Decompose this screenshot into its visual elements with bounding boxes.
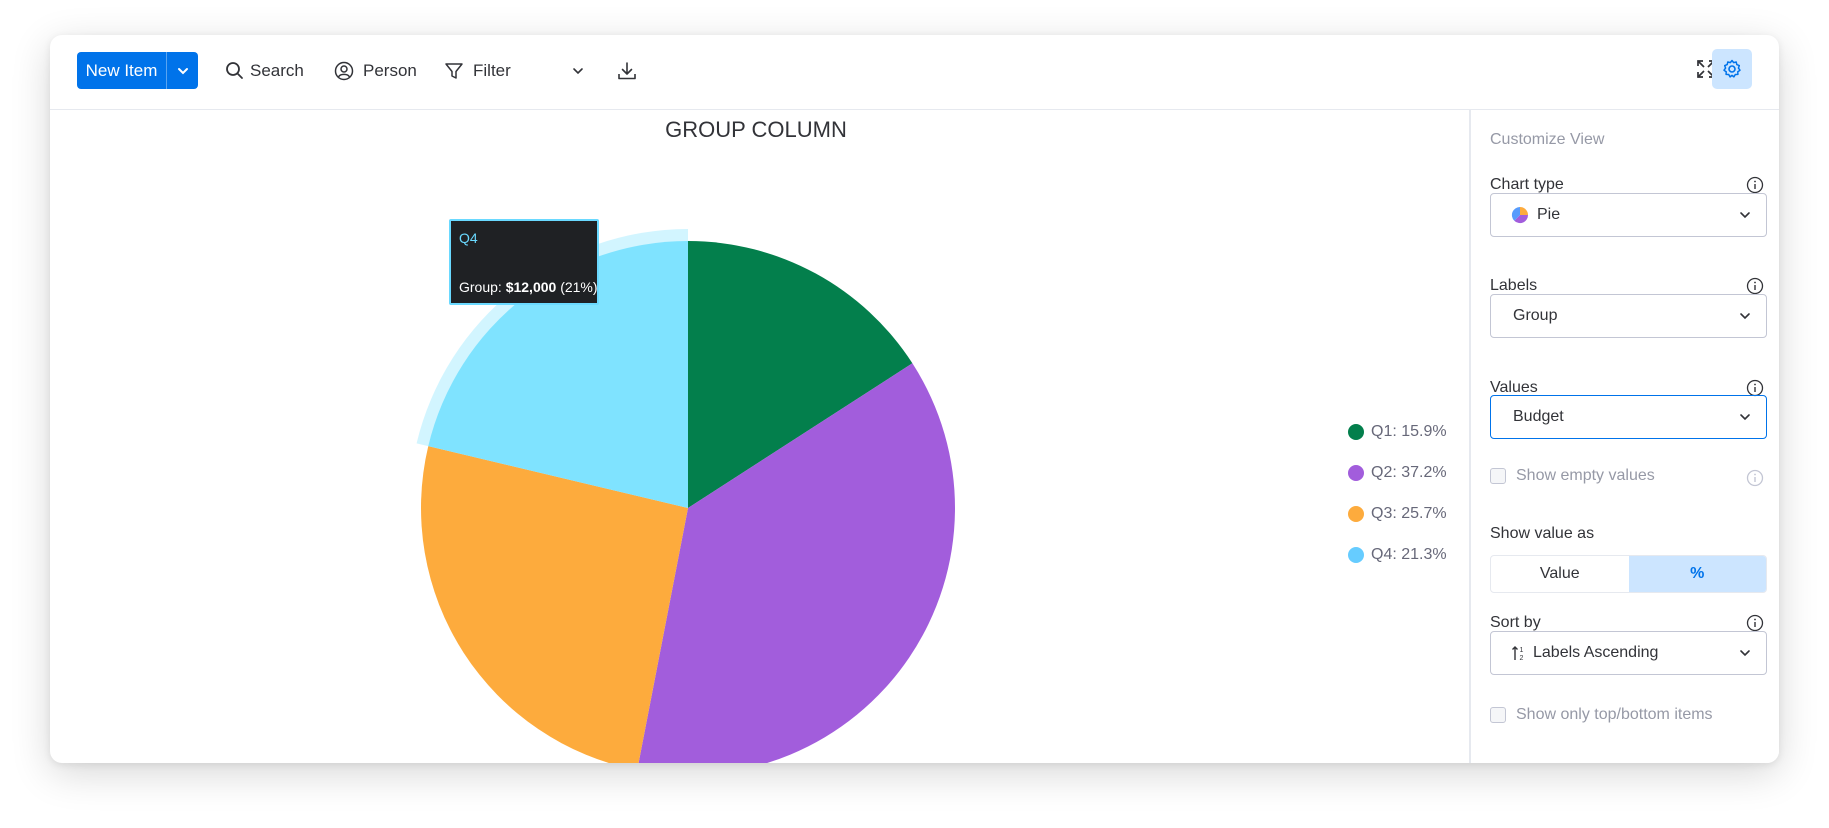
pie-chart-icon [1511, 206, 1529, 224]
chart-view-window: New Item Search Person Filter GROUP COLU… [50, 35, 1779, 763]
show-value-as-label: Show value as [1490, 525, 1595, 542]
legend-label: Q1: 15.9% [1371, 423, 1447, 440]
chevron-down-icon [1740, 650, 1750, 657]
tooltip-body: Group: $12,000 (21%) [459, 279, 598, 295]
chevron-down-icon [177, 67, 188, 74]
show-as-value-option[interactable]: Value [1491, 556, 1629, 592]
legend-dot [1348, 547, 1364, 563]
labels-value: Group [1513, 307, 1558, 324]
filter-dropdown-button[interactable] [571, 52, 585, 89]
chevron-down-icon [1740, 414, 1750, 421]
show-empty-values-checkbox[interactable] [1490, 468, 1506, 484]
legend-dot [1348, 506, 1364, 522]
customize-view-panel: Customize View Chart type Pie Labels Gro… [1469, 110, 1779, 763]
show-empty-values-label: Show empty values [1516, 467, 1655, 484]
top-bottom-items-label: Show only top/bottom items [1516, 706, 1713, 723]
chart-area: GROUP COLUMN Q1: 15.9% Q2: 37.2% Q3: 25.… [50, 110, 1469, 763]
svg-text:1: 1 [1520, 647, 1524, 654]
filter-icon [445, 62, 463, 79]
sort-by-dropdown[interactable]: 12 Labels Ascending [1490, 631, 1767, 675]
legend-item-q2[interactable]: Q2: 37.2% [1348, 464, 1447, 482]
labels-label: Labels [1490, 277, 1538, 294]
new-item-dropdown-button[interactable] [167, 52, 198, 89]
top-bottom-items-row[interactable]: Show only top/bottom items [1490, 706, 1713, 724]
settings-button[interactable] [1712, 49, 1752, 89]
download-icon [618, 61, 636, 79]
filter-button[interactable]: Filter [444, 52, 511, 89]
gear-icon [1723, 59, 1741, 78]
legend-dot [1348, 424, 1364, 440]
info-icon[interactable] [1746, 469, 1764, 487]
tooltip-value: $12,000 [505, 279, 557, 295]
chart-tooltip: Q4 Group: $12,000 (21%) [449, 219, 599, 305]
tooltip-prefix: Group: [459, 279, 506, 295]
chart-title: GROUP COLUMN [665, 117, 847, 142]
panel-title: Customize View [1490, 131, 1605, 148]
values-value: Budget [1513, 408, 1564, 425]
legend-label: Q3: 25.7% [1371, 505, 1447, 522]
legend-label: Q2: 37.2% [1371, 464, 1447, 481]
legend-item-q4[interactable]: Q4: 21.3% [1348, 546, 1447, 564]
sort-by-value: Labels Ascending [1533, 644, 1659, 661]
new-item-button[interactable]: New Item [77, 52, 167, 89]
show-value-as-toggle: Value % [1490, 555, 1767, 593]
chart-type-label: Chart type [1490, 176, 1564, 193]
search-label: Search [250, 60, 304, 80]
sort-by-label: Sort by [1490, 614, 1541, 631]
top-bottom-items-checkbox[interactable] [1490, 707, 1506, 723]
person-filter-button[interactable]: Person [334, 52, 417, 89]
tooltip-label: Q4 [459, 230, 478, 246]
chart-type-value: Pie [1537, 206, 1561, 223]
info-icon[interactable] [1746, 614, 1764, 632]
toolbar: New Item Search Person Filter [50, 35, 1779, 110]
info-icon[interactable] [1746, 176, 1764, 194]
pie-chart: GROUP COLUMN [416, 117, 955, 763]
sort-ascending-icon: 12 [1512, 646, 1524, 662]
values-dropdown[interactable]: Budget [1490, 395, 1767, 439]
chevron-down-icon [1740, 313, 1750, 320]
download-button[interactable] [616, 52, 638, 89]
svg-text:2: 2 [1520, 655, 1524, 662]
info-icon[interactable] [1746, 277, 1764, 295]
show-empty-values-row[interactable]: Show empty values [1490, 467, 1655, 485]
tooltip-percent: (21%) [556, 279, 598, 295]
person-label: Person [363, 60, 417, 80]
chevron-down-icon [573, 67, 583, 74]
chevron-down-icon [1740, 212, 1750, 219]
legend-dot [1348, 465, 1364, 481]
legend-label: Q4: 21.3% [1371, 546, 1447, 563]
search-icon [226, 61, 243, 79]
filter-label: Filter [473, 60, 511, 80]
person-icon [334, 61, 354, 80]
legend-item-q1[interactable]: Q1: 15.9% [1348, 423, 1447, 441]
new-item-label: New Item [85, 60, 158, 80]
chart-type-dropdown[interactable]: Pie [1490, 193, 1767, 237]
search-button[interactable]: Search [225, 52, 304, 89]
show-as-percent-option[interactable]: % [1628, 556, 1766, 592]
legend-item-q3[interactable]: Q3: 25.7% [1348, 505, 1447, 523]
new-item-button-group: New Item [77, 52, 198, 89]
labels-dropdown[interactable]: Group [1490, 294, 1767, 338]
